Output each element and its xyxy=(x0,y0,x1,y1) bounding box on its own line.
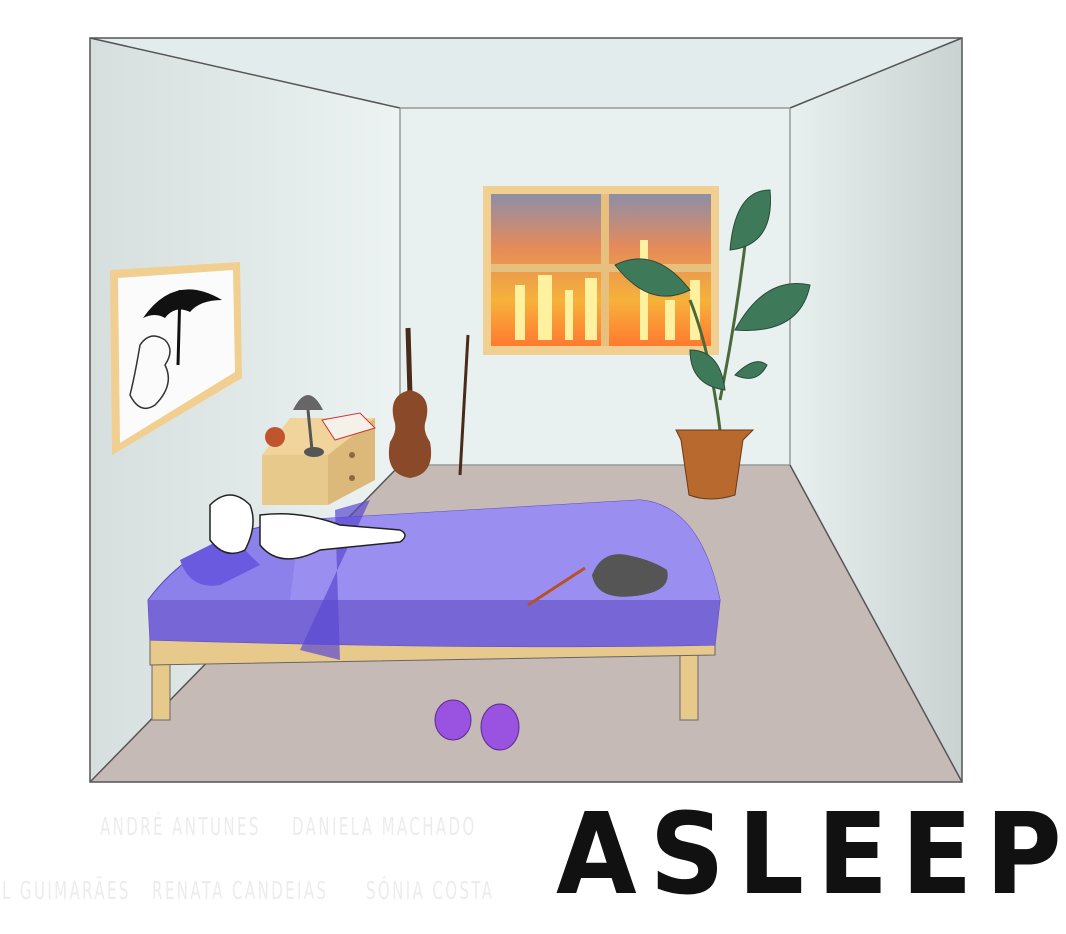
credit-renata-candeias: RENATA CANDEIAS xyxy=(152,876,329,905)
credit-andre-antunes: ANDRÉ ANTUNES xyxy=(100,812,261,841)
credit-daniela-machado: DANIELA MACHADO xyxy=(292,812,477,841)
room xyxy=(89,37,963,783)
window xyxy=(483,186,719,355)
credit-l-guimaraes: L GUIMARÃES xyxy=(2,876,131,905)
flower-pot xyxy=(265,427,285,447)
title: ASLEEP xyxy=(556,790,1066,920)
credit-sonia-costa: SÓNIA COSTA xyxy=(366,876,495,905)
